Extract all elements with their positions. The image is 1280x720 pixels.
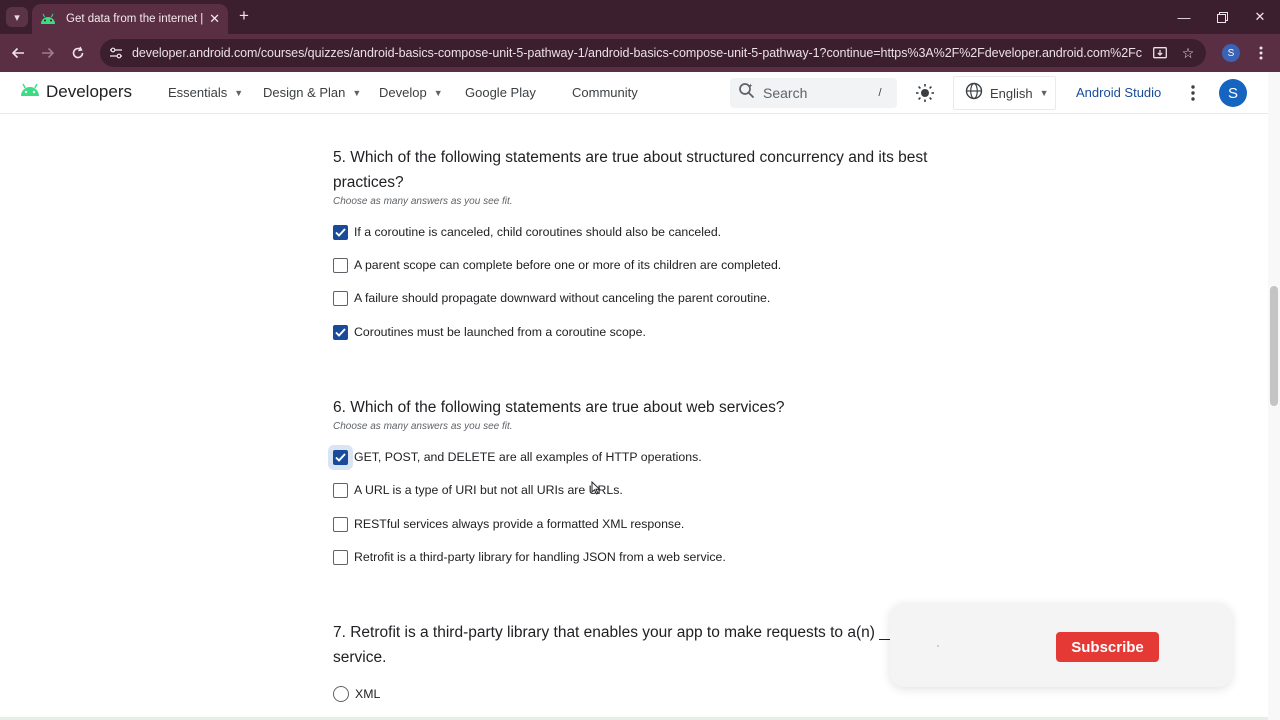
q6-option-2[interactable]: A URL is a type of URI but not all URIs … <box>333 481 623 499</box>
checkbox-checked[interactable] <box>333 449 348 465</box>
question-5-hint: Choose as many answers as you see fit. <box>333 196 513 207</box>
checkbox-unchecked[interactable] <box>333 516 348 532</box>
question-5-title: 5. Which of the following statements are… <box>333 149 928 191</box>
bookmark-star-icon[interactable]: ☆ <box>1178 43 1198 63</box>
option-label: A URL is a type of URI but not all URIs … <box>354 483 623 497</box>
developers-logo[interactable]: Developers <box>20 82 132 102</box>
nav-develop[interactable]: Develop ▼ <box>379 85 443 100</box>
option-label: GET, POST, and DELETE are all examples o… <box>354 450 702 464</box>
checkbox-checked[interactable] <box>333 324 348 340</box>
language-label: English <box>990 85 1033 101</box>
browser-toolbar: developer.android.com/courses/quizzes/an… <box>0 34 1280 72</box>
option-label: Coroutines must be launched from a corou… <box>354 325 646 339</box>
restore-icon[interactable] <box>1213 8 1231 26</box>
browser-tabstrip: ▾ Get data from the internet | Ar ✕ + — … <box>0 0 1280 34</box>
checkbox-unchecked[interactable] <box>333 290 348 306</box>
browser-menu-icon[interactable] <box>1252 43 1270 63</box>
nav-label: Community <box>572 85 638 100</box>
browser-profile-avatar[interactable]: S <box>1222 44 1240 62</box>
browser-tab-active[interactable]: Get data from the internet | Ar ✕ <box>32 4 228 34</box>
option-label: Retrofit is a third-party library for ha… <box>354 550 726 564</box>
nav-label: Essentials <box>168 85 228 100</box>
user-avatar[interactable]: S <box>1219 79 1247 107</box>
checkbox-unchecked[interactable] <box>333 257 348 273</box>
q5-option-3[interactable]: A failure should propagate downward with… <box>333 289 770 307</box>
nav-label: Google Play <box>465 85 536 100</box>
subscribe-overlay-card: Subscribe <box>890 603 1232 687</box>
site-header: Developers Essentials ▼ Design & Plan ▼ De… <box>0 72 1268 114</box>
address-bar[interactable]: developer.android.com/courses/quizzes/an… <box>100 39 1206 67</box>
android-favicon-icon <box>40 11 56 27</box>
tab-close-icon[interactable]: ✕ <box>209 11 220 27</box>
close-window-icon[interactable]: ✕ <box>1251 8 1269 26</box>
checkbox-unchecked[interactable] <box>333 482 348 498</box>
tab-search-button[interactable]: ▾ <box>6 7 28 27</box>
option-label: RESTful services always provide a format… <box>354 517 685 531</box>
q5-option-2[interactable]: A parent scope can complete before one o… <box>333 256 781 274</box>
option-label: A parent scope can complete before one o… <box>354 258 782 272</box>
back-arrow-icon[interactable] <box>8 43 28 63</box>
nav-design-plan[interactable]: Design & Plan ▼ <box>263 85 361 100</box>
q6-option-4[interactable]: Retrofit is a third-party library for ha… <box>333 548 726 566</box>
q6-option-3[interactable]: RESTful services always provide a format… <box>333 515 684 533</box>
question-6-title: 6. Which of the following statements are… <box>333 399 785 416</box>
caret-down-icon: ▼ <box>1039 88 1049 98</box>
forward-arrow-icon[interactable] <box>38 43 58 63</box>
more-options-icon[interactable] <box>1181 81 1205 105</box>
checkbox-unchecked[interactable] <box>333 549 348 565</box>
q7-option-1[interactable]: XML <box>333 685 380 703</box>
scrollbar-thumb[interactable] <box>1270 286 1278 406</box>
search-icon <box>738 82 755 104</box>
option-label: XML <box>355 687 381 701</box>
checkbox-checked[interactable] <box>333 224 348 240</box>
q5-option-4[interactable]: Coroutines must be launched from a corou… <box>333 323 646 341</box>
nav-google-play[interactable]: Google Play <box>465 85 536 100</box>
nav-label: Design & Plan <box>263 85 346 100</box>
minimize-icon[interactable]: — <box>1175 8 1193 26</box>
android-studio-link[interactable]: Android Studio <box>1076 85 1161 100</box>
mouse-pointer-icon <box>591 480 601 495</box>
nav-community[interactable]: Community <box>572 85 638 100</box>
caret-down-icon: ▼ <box>433 87 443 98</box>
search-shortcut-key: / <box>878 87 882 99</box>
question-6-hint: Choose as many answers as you see fit. <box>333 421 513 432</box>
logo-text: Developers <box>46 82 132 101</box>
site-search-input[interactable]: Search / <box>730 78 897 108</box>
option-label: A failure should propagate downward with… <box>354 291 771 305</box>
search-placeholder: Search <box>763 85 808 101</box>
option-label: If a coroutine is canceled, child corout… <box>354 225 722 239</box>
decorative-dot <box>937 645 939 647</box>
page-scrollbar[interactable] <box>1268 72 1280 720</box>
globe-icon <box>965 82 983 105</box>
android-logo-icon <box>20 83 40 102</box>
radio-unselected[interactable] <box>333 686 349 702</box>
new-tab-button[interactable]: + <box>234 6 254 26</box>
url-text: developer.android.com/courses/quizzes/an… <box>132 46 1142 60</box>
caret-down-icon: ▼ <box>234 87 244 98</box>
nav-essentials[interactable]: Essentials ▼ <box>168 85 243 100</box>
question-7-title: 7. Retrofit is a third-party library tha… <box>333 624 906 666</box>
reload-icon[interactable] <box>68 43 88 63</box>
tab-title: Get data from the internet | Ar <box>66 13 204 25</box>
nav-label: Develop <box>379 85 427 100</box>
q5-option-1[interactable]: If a coroutine is canceled, child corout… <box>333 223 721 241</box>
install-app-icon[interactable] <box>1150 43 1170 63</box>
q6-option-1[interactable]: GET, POST, and DELETE are all examples o… <box>333 448 702 466</box>
site-info-icon[interactable] <box>108 45 124 61</box>
theme-toggle-sun-icon[interactable] <box>914 82 936 104</box>
subscribe-button[interactable]: Subscribe <box>1056 632 1159 662</box>
language-select[interactable]: English ▼ <box>953 76 1056 110</box>
caret-down-icon: ▼ <box>352 87 362 98</box>
